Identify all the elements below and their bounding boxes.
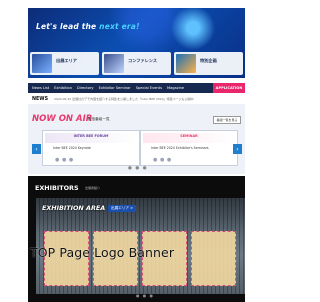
view-all-programs-button[interactable]: 番組一覧を見る	[213, 116, 241, 124]
hero-tagline: Let's lead the next era!	[36, 22, 140, 31]
nav-item-magazine[interactable]: Magazine	[167, 86, 184, 90]
nav-item-exhibition[interactable]: Exhibition	[54, 86, 72, 90]
exhibitors-pager: ● ● ●	[136, 293, 155, 298]
slide-heading: INTER BEE FORUM	[73, 134, 109, 138]
hero-card-conference[interactable]: コンファレンス	[102, 52, 171, 75]
slide-dots: ● ● ●	[55, 157, 74, 163]
logo-banner-slot[interactable]	[191, 231, 236, 286]
slide-heading: SEMINAR	[180, 134, 198, 138]
carousel-pager: ● ● ●	[128, 166, 148, 171]
hero-card-exhibition-area[interactable]: 出展エリア	[30, 52, 99, 75]
exhibitors-subheading: 出展者紹介	[85, 186, 101, 190]
program-slide[interactable]: SEMINAR Inter BEE 2024 Exhibitor's Semin…	[140, 130, 238, 166]
hero-cards: 出展エリア コンファレンス 特別企画	[28, 52, 245, 75]
nav-item-directory[interactable]: Directory	[77, 86, 94, 90]
news-text[interactable]: 2024.09.30 出展社のデモ内容を紹介する特集を公開しました「Inter …	[54, 97, 194, 101]
hero-card-label: コンファレンス	[128, 58, 158, 63]
news-ticker: NEWS 2024.09.30 出展社のデモ内容を紹介する特集を公開しました「I…	[28, 95, 245, 103]
program-slide[interactable]: INTER BEE FORUM Inter BEE 2024 Keynote ●…	[42, 130, 140, 166]
carousel-prev-icon[interactable]: ‹	[32, 144, 41, 154]
global-nav: News List Exhibition Directory Exhibitor…	[28, 83, 245, 93]
hero-card-thumbnail	[32, 54, 52, 73]
nav-item-special-events[interactable]: Special Events	[136, 86, 162, 90]
application-button[interactable]: APPLICATION	[213, 83, 245, 93]
hero-card-label: 特別企画	[200, 58, 217, 63]
program-carousel: INTER BEE FORUM Inter BEE 2024 Keynote ●…	[42, 130, 238, 166]
nav-item-news[interactable]: News List	[32, 86, 49, 90]
exhibition-area-button[interactable]: 出展エリア >	[108, 205, 137, 212]
now-on-air-subtitle: 配信番組一覧	[88, 117, 110, 121]
exhibitors-section: EXHIBITORS 出展者紹介 EXHIBITION AREA 出展エリア >…	[28, 176, 245, 302]
exhibition-area-title: EXHIBITION AREA	[42, 204, 106, 212]
exhibitors-heading: EXHIBITORS	[35, 184, 79, 192]
now-on-air-title: NOW ON AIR	[32, 114, 93, 124]
hero-card-special[interactable]: 特別企画	[174, 52, 243, 75]
logo-banner-label: TOP Page Logo Banner	[30, 245, 175, 260]
slide-caption: Inter BEE 2024 Exhibitor's Seminars	[151, 146, 209, 150]
hero-card-thumbnail	[104, 54, 124, 73]
carousel-next-icon[interactable]: ›	[233, 144, 242, 154]
hero-card-label: 出展エリア	[56, 58, 77, 63]
news-label: NEWS	[32, 96, 49, 102]
slide-caption: Inter BEE 2024 Keynote	[53, 146, 91, 150]
nav-item-seminar[interactable]: Exhibitor Seminar	[99, 86, 131, 90]
slide-dots: ● ● ●	[153, 157, 172, 163]
hero-banner: Let's lead the next era! 出展エリア コンファレンス 特…	[28, 8, 245, 78]
hero-card-thumbnail	[176, 54, 196, 73]
now-on-air-section: NOW ON AIR 配信番組一覧 番組一覧を見る INTER BEE FORU…	[28, 104, 245, 174]
